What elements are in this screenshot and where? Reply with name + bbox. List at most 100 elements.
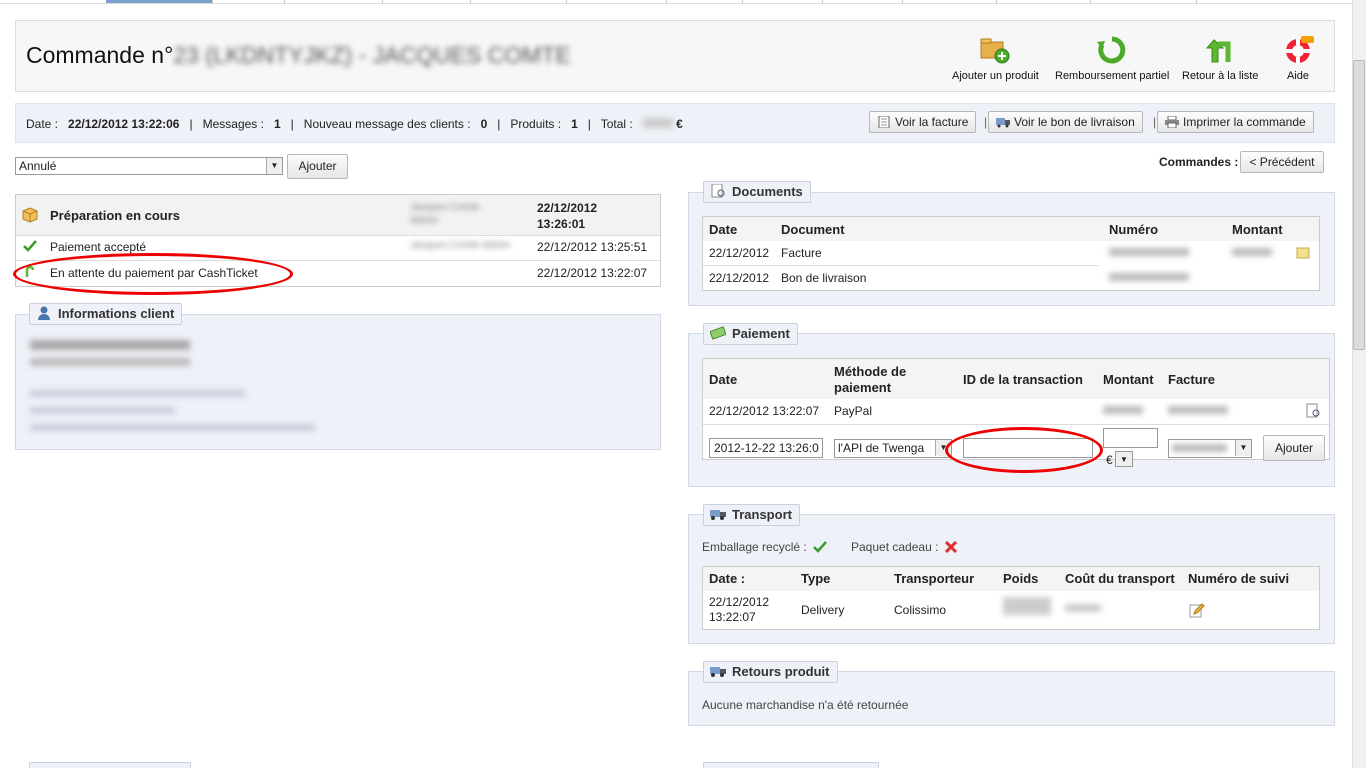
document-name[interactable]: Facture: [781, 246, 822, 260]
chevron-down-icon: ▼: [1235, 440, 1251, 456]
current-state: Préparation en cours: [50, 208, 181, 223]
chevron-down-icon: ▼: [1116, 452, 1132, 466]
payment-amount-input[interactable]: [1103, 428, 1158, 448]
separator: |: [1153, 115, 1157, 129]
col-header: Numéro de suivi: [1188, 571, 1290, 586]
checkmark-icon: [813, 541, 827, 553]
document-search-icon: [711, 184, 725, 198]
payment-method-value: l'API de Twenga: [838, 441, 925, 455]
col-header: Document: [781, 222, 845, 237]
add-product-button[interactable]: Ajouter un produit: [952, 34, 1039, 82]
shipping-weight-redacted: [1003, 597, 1051, 615]
cross-icon: [944, 540, 957, 554]
separator: |: [984, 115, 988, 129]
client-detail-redacted: [30, 407, 175, 414]
back-to-list-label: Retour à la liste: [1182, 70, 1259, 82]
row-divider: [703, 424, 1329, 425]
payment-method: PayPal: [834, 404, 873, 418]
edit-pencil-icon[interactable]: [1189, 602, 1205, 618]
truck-icon: [996, 118, 1010, 128]
col-header: Type: [801, 571, 831, 586]
employee-redacted: Jacques Comte Admin: [410, 240, 511, 251]
order-status-select[interactable]: Annulé ▼: [15, 157, 283, 175]
view-invoice-button[interactable]: Voir la facture: [869, 111, 977, 133]
payment-date: 22/12/2012 13:22:07: [709, 404, 820, 418]
money-icon: [710, 326, 726, 340]
refund-icon: [1097, 36, 1126, 64]
col-header: Facture: [1168, 372, 1215, 387]
returns-empty-text: Aucune marchandise n'a été retournée: [702, 698, 909, 712]
shipping-type: Delivery: [801, 603, 845, 617]
currency-select[interactable]: ▼: [1115, 451, 1133, 467]
document-date: 22/12/2012: [709, 271, 770, 285]
history-date: 22/12/2012 13:22:07: [537, 266, 648, 280]
print-order-button[interactable]: Imprimer la commande: [1157, 111, 1314, 133]
col-header: Transporteur: [894, 571, 975, 586]
help-button[interactable]: Aide: [1282, 34, 1314, 82]
package-icon: [22, 207, 38, 223]
gift-wrap: Paquet cadeau :: [851, 540, 957, 554]
partial-legend: [29, 762, 191, 768]
scrollbar-thumb[interactable]: [1353, 60, 1365, 350]
col-header: Date: [709, 222, 738, 237]
truck-icon: [710, 667, 726, 677]
date-label: Date :: [26, 117, 59, 131]
returns-title: Retours produit: [732, 664, 830, 679]
transport-title: Transport: [732, 507, 792, 522]
messages-value: 1: [273, 117, 281, 131]
current-state-date: 22/12/2012 13:26:01: [537, 201, 598, 231]
total-redacted: [642, 118, 673, 128]
red-annotation-oval: [13, 253, 293, 295]
invoice-select-redacted: [1172, 444, 1227, 452]
partial-refund-label: Remboursement partiel: [1055, 70, 1170, 82]
add-payment-button[interactable]: Ajouter: [1263, 435, 1325, 461]
document-name[interactable]: Bon de livraison: [781, 271, 866, 285]
truck-icon: [710, 510, 726, 520]
view-details-icon[interactable]: [1305, 403, 1321, 419]
col-header: Poids: [1003, 571, 1039, 586]
documents-legend: Documents: [703, 181, 811, 203]
title-prefix: Commande n°: [26, 42, 174, 68]
recycled-label: Emballage recyclé :: [702, 540, 807, 554]
view-delivery-slip-button[interactable]: Voir le bon de livraison: [988, 111, 1143, 133]
payment-date-input[interactable]: 2012-12-22 13:26:0: [709, 438, 823, 458]
shipping-date: 22/12/2012 13:22:07: [709, 595, 769, 625]
view-invoice-label: Voir la facture: [895, 115, 969, 129]
back-to-list-button[interactable]: Retour à la liste: [1182, 34, 1258, 82]
partial-refund-button[interactable]: Remboursement partiel: [1055, 34, 1169, 82]
user-icon: [38, 306, 50, 320]
order-status-value: Annulé: [19, 159, 57, 173]
documents-title: Documents: [732, 184, 803, 199]
help-lifebuoy-icon: [1286, 36, 1314, 63]
previous-order-button[interactable]: < Précédent: [1240, 151, 1324, 173]
shipping-cost-redacted: [1065, 604, 1101, 612]
client-detail-redacted: [30, 424, 315, 431]
transport-legend: Transport: [703, 504, 800, 526]
col-header: Méthode de paiement: [834, 364, 907, 395]
print-order-label: Imprimer la commande: [1183, 115, 1306, 129]
total-label: Total :: [600, 117, 633, 131]
invoice-select[interactable]: ▼: [1168, 439, 1252, 458]
help-label: Aide: [1286, 70, 1310, 82]
payment-method-select[interactable]: l'API de Twenga ▼: [834, 439, 952, 458]
history-state: Paiement accepté: [50, 240, 147, 254]
messages-label: Messages :: [202, 117, 264, 131]
add-status-button[interactable]: Ajouter: [287, 154, 348, 179]
document-amount-redacted: [1232, 248, 1272, 256]
add-product-icon: [980, 38, 1010, 64]
active-tab-indicator[interactable]: [106, 0, 212, 3]
currency-symbol: €: [1106, 453, 1113, 467]
new-messages-label: Nouveau message des clients :: [303, 117, 471, 131]
shipping-carrier: Colissimo: [894, 603, 947, 617]
recycled-packaging: Emballage recyclé :: [702, 540, 827, 554]
client-info-legend: Informations client: [29, 303, 183, 325]
checkmark-icon: [23, 240, 37, 252]
employee-redacted: Jacques Comte Admin: [410, 202, 480, 226]
invoice-icon: [878, 116, 890, 128]
order-summary: Date : 22/12/2012 13:22:06 | Messages : …: [26, 117, 683, 131]
total-currency: €: [676, 117, 683, 131]
note-icon[interactable]: [1296, 247, 1310, 259]
new-messages-value: 0: [480, 117, 488, 131]
title-redacted: 23 (LKDNTYJKZ) - JACQUES COMTE: [173, 42, 571, 68]
gift-label: Paquet cadeau :: [851, 540, 939, 554]
